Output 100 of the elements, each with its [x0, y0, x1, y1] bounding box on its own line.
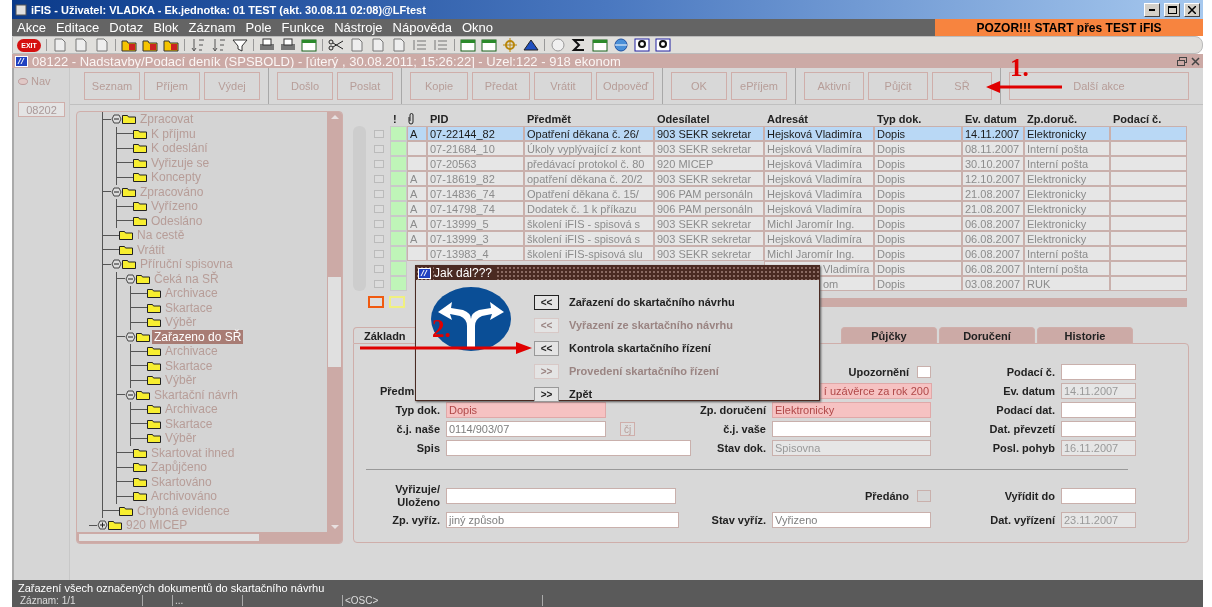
table-cell: školení iFIS - spisová s [524, 231, 654, 246]
table-cell: 903 SEKR sekretar [654, 171, 764, 186]
table-cell: 903 SEKR sekretar [654, 141, 764, 156]
field-label: Vyřídit do [1003, 490, 1055, 502]
table-cell: 07-18619_82 [427, 171, 524, 186]
field-label: Typ dok. [394, 404, 440, 416]
table-cell: Elektronicky [1024, 126, 1110, 141]
table-cell: 903 SEKR sekretar [654, 246, 764, 261]
option-label: Zpět [569, 388, 593, 400]
table-cell: 06.08.2007 [962, 261, 1024, 276]
table-cell: Opatření děkana č. 26/ [524, 126, 654, 141]
table-cell: Hejsková Vladimíra [764, 201, 874, 216]
table-cell: Dopis [874, 186, 962, 201]
table-cell: Dopis [874, 126, 962, 141]
field-label: Ev. datum [1002, 385, 1055, 397]
form-title: 08122 - Nadstavby/Podací deník (SPSBOLD) - [úterý , 30.08.2011; 15:26:22] - Uzel:122 - 918 ekonom [32, 53, 621, 69]
table-cell: 30.10.2007 [962, 156, 1024, 171]
table-cell: 03.08.2007 [962, 276, 1024, 291]
table-cell: RUK [1024, 276, 1110, 291]
table-cell: 07-13999_3 [427, 231, 524, 246]
table-cell: Interní pošta [1024, 141, 1110, 156]
field-label: Předáno [865, 490, 909, 502]
table-cell: 906 PAM personáln [654, 186, 764, 201]
table-cell: 07-14836_74 [427, 186, 524, 201]
table-cell: Dopis [874, 156, 962, 171]
table-cell: Opatření děkana č. 15/ [524, 186, 654, 201]
table-cell: Elektronicky [1024, 201, 1110, 216]
field-label: Stav dok. [716, 442, 766, 454]
table-cell: Hejsková Vladimíra [764, 156, 874, 171]
status-message: Zařazení všech označených dokumentů do skartačního návrhu [18, 582, 326, 595]
table-cell: 07-22144_82 [427, 126, 524, 141]
table-cell: 06.08.2007 [962, 231, 1024, 246]
table-cell: Dopis [874, 276, 962, 291]
table-cell: Hejsková Vladimíra [764, 231, 874, 246]
table-cell: 07-13983_4 [427, 246, 524, 261]
table-cell: 07-20563 [427, 156, 524, 171]
mode-indicator: <OSC> [343, 595, 543, 606]
table-cell: 07-14798_74 [427, 201, 524, 216]
window-title: iFIS - Uživatel: VLADKA - Ek.jednotka: 01 TEST (akt. 30.08.11 02:08)@LFtest [31, 3, 427, 16]
table-cell: Interní pošta [1024, 246, 1110, 261]
table-cell: Dopis [874, 141, 962, 156]
field-label: č.j. naše [395, 423, 440, 435]
annotation-number: 2. [432, 316, 451, 341]
table-cell: 21.08.2007 [962, 201, 1024, 216]
table-cell: Elektronicky [1024, 171, 1110, 186]
table-cell: Elektronicky [1024, 186, 1110, 201]
table-cell: Michl Jaromír Ing. [764, 216, 874, 231]
table-cell: 14.11.2007 [962, 126, 1024, 141]
warning-banner: POZOR!!! START přes TEST iFIS [935, 19, 1203, 36]
table-cell: předávací protokol č. 80 [524, 156, 654, 171]
table-cell: 21.08.2007 [962, 186, 1024, 201]
option-label: Provedení skartačního řízení [569, 365, 719, 377]
option-label: Zařazení do skartačního návrhu [569, 296, 735, 308]
table-cell: Dopis [874, 261, 962, 276]
field-label: Předm [379, 385, 416, 397]
table-cell: Dopis [874, 201, 962, 216]
field-label: Stav vyříz. [710, 514, 766, 526]
field-label: Podací č. [1005, 366, 1055, 378]
table-cell: 12.10.2007 [962, 171, 1024, 186]
record-counter: Záznam: 1/1 [18, 595, 143, 606]
field-label: Zp. vyříz. [391, 514, 440, 526]
table-cell: Dodatek č. 1 k příkazu [524, 201, 654, 216]
field-label: Upozornění [848, 366, 909, 378]
table-cell: 906 PAM personáln [654, 201, 764, 216]
table-cell: A [407, 231, 427, 246]
table-cell: 920 MICEP [654, 156, 764, 171]
column-header: ! [392, 111, 398, 126]
table-cell: školení iFIS-spisová slu [524, 246, 654, 261]
table-cell: 06.08.2007 [962, 216, 1024, 231]
table-cell: Hejsková Vladimíra [764, 126, 874, 141]
table-cell: Interní pošta [1024, 156, 1110, 171]
table-cell: Michl Jaromír Ing. [764, 246, 874, 261]
table-cell: A [407, 186, 427, 201]
table-cell: A [407, 171, 427, 186]
table-cell: opatření děkana č. 20/2 [524, 171, 654, 186]
table-cell: A [407, 201, 427, 216]
table-cell: Dopis [874, 231, 962, 246]
table-cell: A [407, 126, 427, 141]
table-cell: Dopis [874, 246, 962, 261]
table-cell: Dopis [874, 171, 962, 186]
field-label: Spis [415, 442, 440, 454]
table-cell: 903 SEKR sekretar [654, 216, 764, 231]
option-label: Kontrola skartačního řízení [569, 342, 711, 354]
table-cell: 903 SEKR sekretar [654, 231, 764, 246]
table-cell: 08.11.2007 [962, 141, 1024, 156]
table-cell: 07-13999_5 [427, 216, 524, 231]
field-label: Dat. vyřízení [989, 514, 1055, 526]
table-cell: A [407, 216, 427, 231]
table-cell: Elektronicky [1024, 216, 1110, 231]
table-cell: Interní pošta [1024, 261, 1110, 276]
field-label: Vyřizuje/ Uloženo [394, 483, 440, 509]
field-label: Podací dat. [995, 404, 1055, 416]
field-label: Posl. pohyb [991, 442, 1055, 454]
table-cell: Hejsková Vladimíra [764, 141, 874, 156]
status-segment: ... [173, 595, 243, 606]
option-label: Vyřazení ze skartačního návrhu [569, 319, 734, 331]
field-label: Dat. převzetí [988, 423, 1055, 435]
table-cell: 06.08.2007 [962, 246, 1024, 261]
table-cell: Elektronicky [1024, 231, 1110, 246]
table-cell: Dopis [874, 216, 962, 231]
